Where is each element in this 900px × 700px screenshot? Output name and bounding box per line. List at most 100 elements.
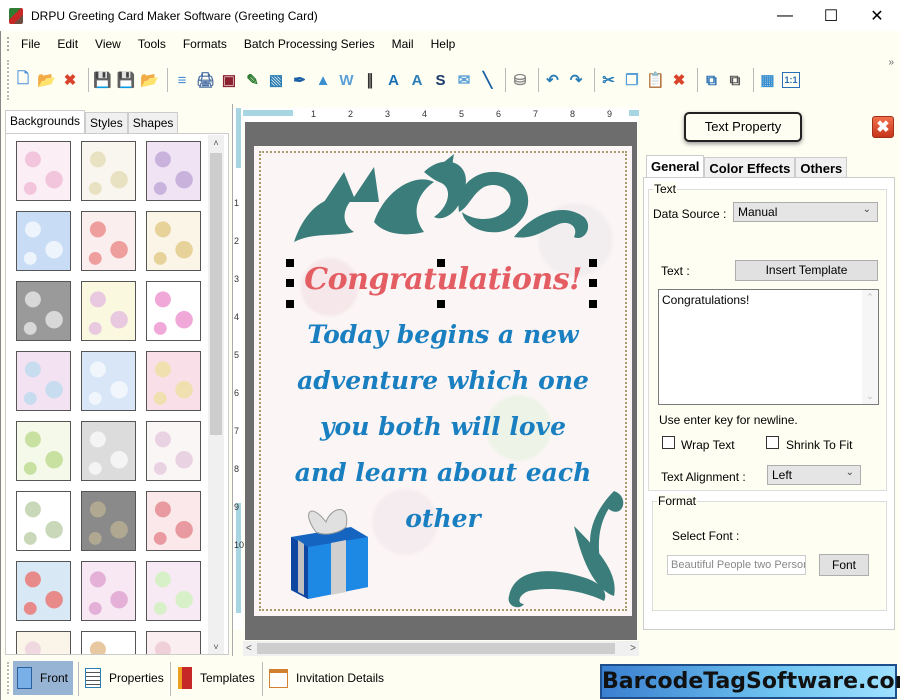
close-window-button[interactable]: ✕ xyxy=(854,0,900,31)
maximize-button[interactable]: ☐ xyxy=(808,0,854,31)
close-panel-button[interactable]: ✖ xyxy=(872,116,894,138)
background-thumbnail-purple-flowers[interactable] xyxy=(146,141,201,201)
delete-button[interactable]: ✖ xyxy=(669,70,689,90)
background-thumbnail-sky-clouds[interactable] xyxy=(16,211,71,271)
export-button[interactable]: 📂 xyxy=(140,70,160,90)
tab-color-effects[interactable]: Color Effects xyxy=(704,157,796,177)
paint-button[interactable]: ✎ xyxy=(243,70,263,90)
invitation-details-button[interactable]: Invitation Details xyxy=(269,661,384,695)
background-thumbnail-teddy-bear[interactable] xyxy=(81,631,136,654)
tab-shapes[interactable]: Shapes xyxy=(127,112,179,134)
properties-button[interactable]: ≡ xyxy=(172,70,192,90)
background-button[interactable]: ▣ xyxy=(219,70,239,90)
background-thumbnail-baby-items[interactable] xyxy=(81,141,136,201)
open-button[interactable]: 📂 xyxy=(37,70,57,90)
send-back-button[interactable]: ⧉ xyxy=(725,70,745,90)
save-as-button[interactable]: 💾 xyxy=(116,70,136,90)
redo-button[interactable]: ↷ xyxy=(566,70,586,90)
background-thumbnail-ornaments[interactable] xyxy=(16,491,71,551)
background-thumbnail-autumn-leaves[interactable] xyxy=(146,211,201,271)
greeting-card[interactable]: Congratulations! Today begins a new adve… xyxy=(254,146,632,616)
new-button[interactable]: 🗋 xyxy=(13,70,33,90)
close-doc-button[interactable]: ✖ xyxy=(60,70,80,90)
gallery-scrollbar[interactable]: ˄ ˅ xyxy=(208,135,224,654)
signature-button[interactable]: S xyxy=(431,70,451,90)
background-thumbnail-toys[interactable] xyxy=(146,421,201,481)
canvas-horizontal-scrollbar[interactable]: < > xyxy=(243,641,639,656)
menu-batch-processing[interactable]: Batch Processing Series xyxy=(244,35,375,53)
text-button[interactable]: A xyxy=(384,70,404,90)
scroll-down-arrow[interactable]: ˅ xyxy=(208,639,224,654)
background-thumbnail-confetti-hearts[interactable] xyxy=(81,281,136,341)
selection-handle[interactable] xyxy=(286,300,294,308)
toolbar-overflow-button[interactable]: » xyxy=(888,57,894,68)
text-input[interactable]: Congratulations! ⌃ ⌄ xyxy=(658,289,879,405)
selection-handle[interactable] xyxy=(437,300,445,308)
background-thumbnail-snowflakes[interactable] xyxy=(81,351,136,411)
front-button[interactable]: Front xyxy=(13,661,73,695)
line-button[interactable]: ╲ xyxy=(478,70,498,90)
background-thumbnail-sparkles[interactable] xyxy=(81,491,136,551)
menu-tools[interactable]: Tools xyxy=(138,35,166,53)
text-art-button[interactable]: A xyxy=(407,70,427,90)
insert-image-button[interactable]: ▧ xyxy=(266,70,286,90)
cut-button[interactable]: ✂ xyxy=(599,70,619,90)
text-alignment-select[interactable]: Left ⌄ xyxy=(767,465,861,485)
background-thumbnail-baby-pink[interactable] xyxy=(16,141,71,201)
selection-handle[interactable] xyxy=(589,300,597,308)
top-ornament[interactable] xyxy=(284,152,604,256)
mail-button[interactable]: ✉ xyxy=(454,70,474,90)
menu-edit[interactable]: Edit xyxy=(57,35,78,53)
grid-button[interactable]: ▦ xyxy=(758,70,778,90)
properties-button[interactable]: Properties xyxy=(85,661,164,695)
data-source-select[interactable]: Manual ⌄ xyxy=(733,202,878,222)
background-thumbnail-strawberries[interactable] xyxy=(81,211,136,271)
menu-mail[interactable]: Mail xyxy=(392,35,414,53)
background-thumbnail-pastel-flowers[interactable] xyxy=(16,351,71,411)
save-button[interactable]: 💾 xyxy=(93,70,113,90)
background-thumbnail-pink-dandelions[interactable] xyxy=(81,561,136,621)
scrollbar-thumb[interactable] xyxy=(210,153,222,435)
corner-ornament[interactable] xyxy=(504,486,629,611)
bring-front-button[interactable]: ⧉ xyxy=(702,70,722,90)
background-thumbnail-red-hearts[interactable] xyxy=(146,491,201,551)
barcode-button[interactable]: ∥ xyxy=(360,70,380,90)
scroll-right-arrow[interactable]: > xyxy=(630,641,636,656)
minimize-button[interactable]: — xyxy=(762,0,808,31)
tab-backgrounds[interactable]: Backgrounds xyxy=(5,110,86,134)
background-thumbnail-stripes[interactable] xyxy=(16,631,71,654)
background-thumbnail-grey-hearts[interactable] xyxy=(16,281,71,341)
menu-formats[interactable]: Formats xyxy=(183,35,227,53)
shapes-button[interactable]: ▲ xyxy=(313,70,333,90)
wrap-text-checkbox[interactable] xyxy=(662,436,675,449)
templates-button[interactable]: Templates xyxy=(178,661,255,695)
undo-button[interactable]: ↶ xyxy=(543,70,563,90)
background-thumbnail-pastel-circles[interactable] xyxy=(146,351,201,411)
insert-template-button[interactable]: Insert Template xyxy=(735,260,878,281)
background-thumbnail-gift-boxes[interactable] xyxy=(146,281,201,341)
scroll-up-arrow[interactable]: ˄ xyxy=(208,135,224,151)
tab-styles[interactable]: Styles xyxy=(85,112,128,134)
menu-help[interactable]: Help xyxy=(431,35,456,53)
print-button[interactable]: 🖨 xyxy=(196,70,216,90)
copy-button[interactable]: ❐ xyxy=(622,70,642,90)
gift-box-image[interactable] xyxy=(286,502,374,602)
scrollbar-thumb[interactable] xyxy=(257,643,615,654)
menu-file[interactable]: File xyxy=(21,35,40,53)
shrink-to-fit-checkbox[interactable] xyxy=(766,436,779,449)
pen-button[interactable]: ✒ xyxy=(290,70,310,90)
font-name-field[interactable]: Beautiful People two Personal xyxy=(667,555,806,575)
scroll-left-arrow[interactable]: < xyxy=(246,641,252,656)
background-thumbnail-pink-pattern[interactable] xyxy=(146,631,201,654)
menu-view[interactable]: View xyxy=(95,35,121,53)
font-button[interactable]: Font xyxy=(819,554,869,576)
background-thumbnail-butterflies[interactable] xyxy=(146,561,201,621)
watermark-button[interactable]: W xyxy=(337,70,357,90)
background-thumbnail-white-heart[interactable] xyxy=(81,421,136,481)
paste-button[interactable]: 📋 xyxy=(646,70,666,90)
database-button[interactable]: ⛁ xyxy=(510,70,530,90)
background-thumbnail-green-trees[interactable] xyxy=(16,421,71,481)
background-thumbnail-santa[interactable] xyxy=(16,561,71,621)
tab-general[interactable]: General xyxy=(646,155,705,178)
card-title-text[interactable]: Congratulations! xyxy=(254,262,632,297)
